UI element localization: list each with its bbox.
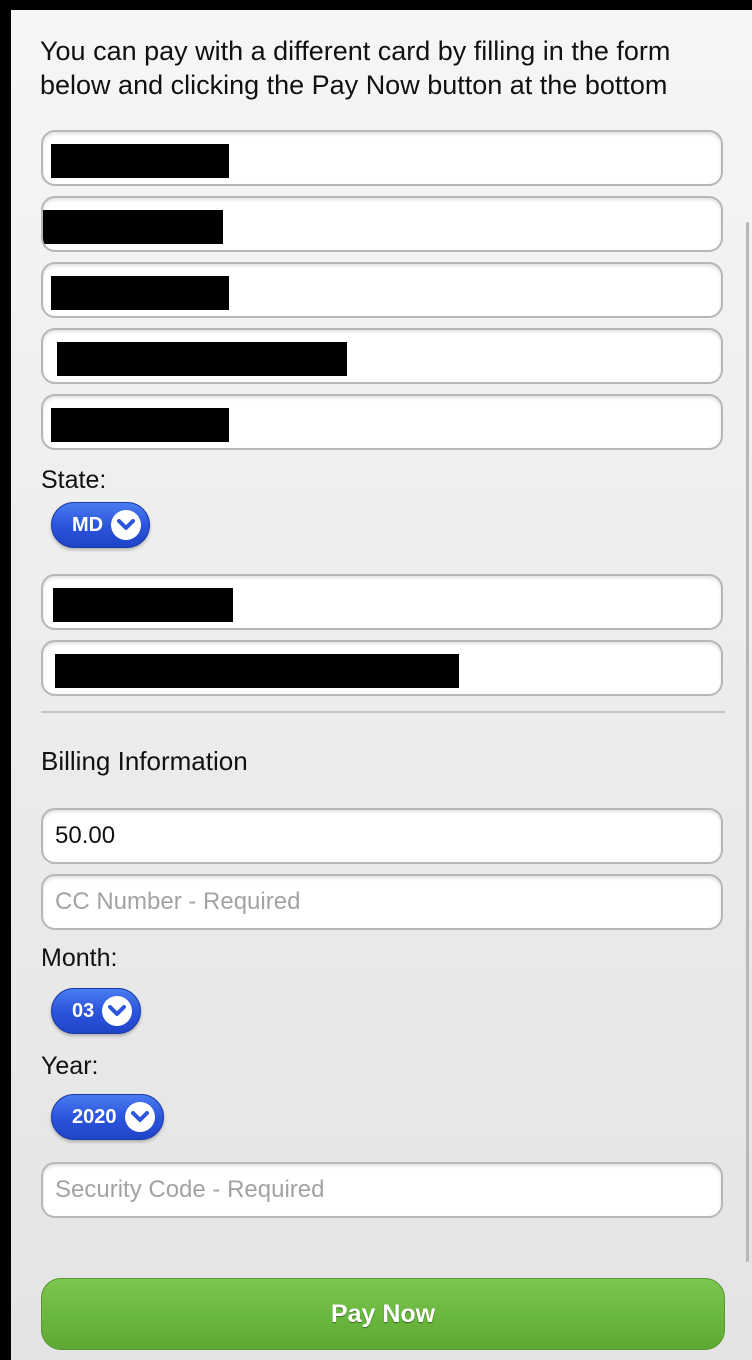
address-field[interactable]: [41, 262, 723, 318]
redacted-block: [53, 588, 233, 622]
month-select-value: 03: [72, 999, 95, 1022]
last-name-field[interactable]: [41, 196, 723, 252]
section-divider: [41, 711, 725, 713]
redacted-block: [55, 654, 459, 688]
state-label: State:: [41, 466, 107, 494]
chevron-down-icon: [111, 510, 142, 540]
cc-number-field[interactable]: CC Number - Required: [41, 874, 723, 930]
year-select[interactable]: 2020: [51, 1094, 164, 1140]
chevron-down-icon: [102, 996, 133, 1026]
intro-text: You can pay with a different card by fil…: [40, 36, 671, 100]
billing-title: Billing Information: [41, 746, 248, 776]
pay-now-button[interactable]: Pay Now: [41, 1278, 725, 1350]
name-field[interactable]: [41, 130, 723, 186]
state-select-value: MD: [72, 513, 104, 536]
payment-form-panel: You can pay with a different card by fil…: [11, 0, 752, 1360]
email-field[interactable]: [41, 640, 723, 696]
redacted-block: [51, 144, 229, 178]
year-select-value: 2020: [72, 1105, 117, 1128]
redacted-block: [51, 408, 229, 442]
state-select[interactable]: MD: [51, 502, 151, 548]
zip-field[interactable]: [41, 574, 723, 630]
address-line-2-field[interactable]: [41, 328, 723, 384]
amount-field[interactable]: 50.00: [41, 808, 723, 864]
redacted-block: [43, 210, 223, 244]
city-field[interactable]: [41, 394, 723, 450]
redacted-block: [51, 276, 229, 310]
chevron-down-icon: [124, 1102, 155, 1132]
redacted-block: [57, 342, 347, 376]
scrollbar[interactable]: [746, 222, 749, 1262]
security-code-field[interactable]: Security Code - Required: [41, 1162, 723, 1218]
month-select[interactable]: 03: [51, 988, 142, 1034]
month-label: Month:: [41, 944, 118, 972]
year-label: Year:: [41, 1052, 99, 1080]
